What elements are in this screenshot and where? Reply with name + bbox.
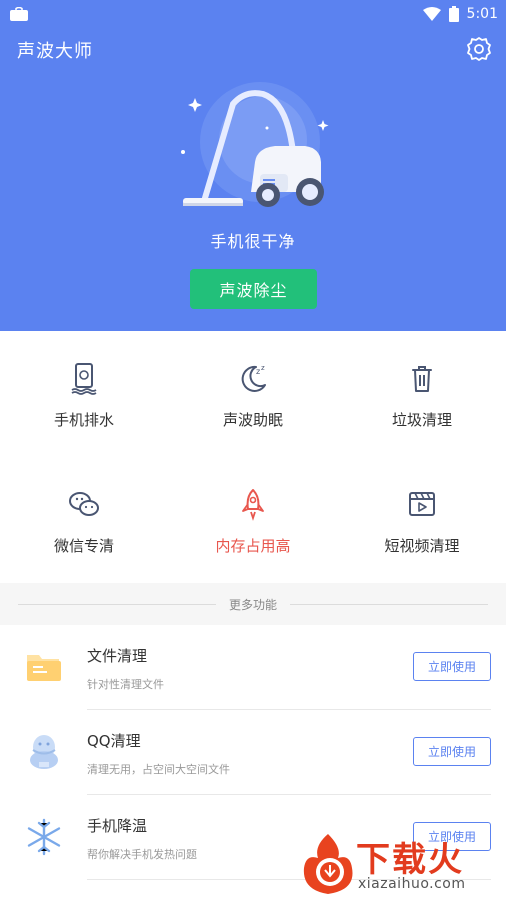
sonic-dust-removal-button[interactable]: 声波除尘 (190, 269, 317, 309)
flame-logo-icon (303, 834, 353, 894)
item-subtitle: 针对性清理文件 (87, 678, 164, 691)
tile-phone-drain[interactable]: 手机排水 (0, 331, 168, 457)
vacuum-cleaner-illustration (181, 82, 329, 207)
use-now-button[interactable]: 立即使用 (413, 652, 491, 681)
tile-label: 内存占用高 (215, 537, 291, 555)
app-title: 声波大师 (17, 41, 93, 62)
settings-gear-icon[interactable] (466, 36, 492, 62)
use-now-button[interactable]: 立即使用 (413, 737, 491, 766)
tile-short-video-clean[interactable]: 短视频清理 (338, 457, 506, 583)
watermark-logo: 下载火 xiazaihuo.com (296, 830, 506, 900)
svg-text:z: z (256, 367, 260, 376)
qq-penguin-icon (30, 735, 58, 769)
trash-icon (412, 366, 432, 392)
item-title: 文件清理 (87, 647, 148, 665)
watermark-text: 下载火 (356, 840, 464, 880)
moon-sleep-icon: z z (241, 364, 266, 392)
feature-grid: 手机排水 z z 声波助眠 垃圾清理 微信专清 内存占用高 短视频清理 (0, 331, 506, 583)
app-screen: 5:01 声波大师 手机很干净 声波除尘 手机排水 z z 声波助眠 垃圾清理 … (0, 0, 506, 900)
watermark-url: xiazaihuo.com (358, 876, 466, 892)
wifi-icon (422, 7, 441, 21)
tile-label: 微信专清 (53, 537, 114, 555)
svg-text:z: z (261, 364, 265, 372)
video-icon (409, 492, 435, 516)
tile-junk-clean[interactable]: 垃圾清理 (338, 331, 506, 457)
status-right: 5:01 (422, 4, 498, 24)
item-subtitle: 帮你解决手机发热问题 (87, 848, 197, 861)
tile-memory-high[interactable]: 内存占用高 (169, 457, 337, 583)
tile-label: 手机排水 (53, 411, 114, 429)
rocket-icon (242, 489, 264, 521)
battery-icon (448, 6, 459, 22)
tile-label: 声波助眠 (222, 411, 283, 429)
more-functions-label: 更多功能 (228, 598, 277, 612)
list-item-file-clean: 文件清理 针对性清理文件 立即使用 (0, 625, 506, 710)
status-bar: 5:01 (0, 0, 506, 28)
item-subtitle: 清理无用，占空间大空间文件 (87, 763, 230, 776)
tile-label: 垃圾清理 (391, 411, 452, 429)
tile-label: 短视频清理 (384, 537, 460, 555)
wechat-icon (69, 492, 99, 516)
tile-sonic-sleep[interactable]: z z 声波助眠 (169, 331, 337, 457)
notification-bag-icon (10, 7, 28, 21)
item-title: QQ清理 (87, 732, 141, 750)
item-title: 手机降温 (87, 817, 148, 835)
hero-panel: 5:01 声波大师 手机很干净 声波除尘 (0, 0, 506, 331)
cleanliness-status: 手机很干净 (210, 232, 296, 251)
drain-phone-icon (71, 363, 97, 395)
snowflake-icon (27, 818, 61, 856)
clock-text: 5:01 (466, 6, 498, 22)
tile-wechat-clean[interactable]: 微信专清 (0, 457, 168, 583)
list-item-qq-clean: QQ清理 清理无用，占空间大空间文件 立即使用 (0, 710, 506, 795)
folder-icon (27, 655, 61, 681)
more-functions-divider: 更多功能 (0, 583, 506, 625)
